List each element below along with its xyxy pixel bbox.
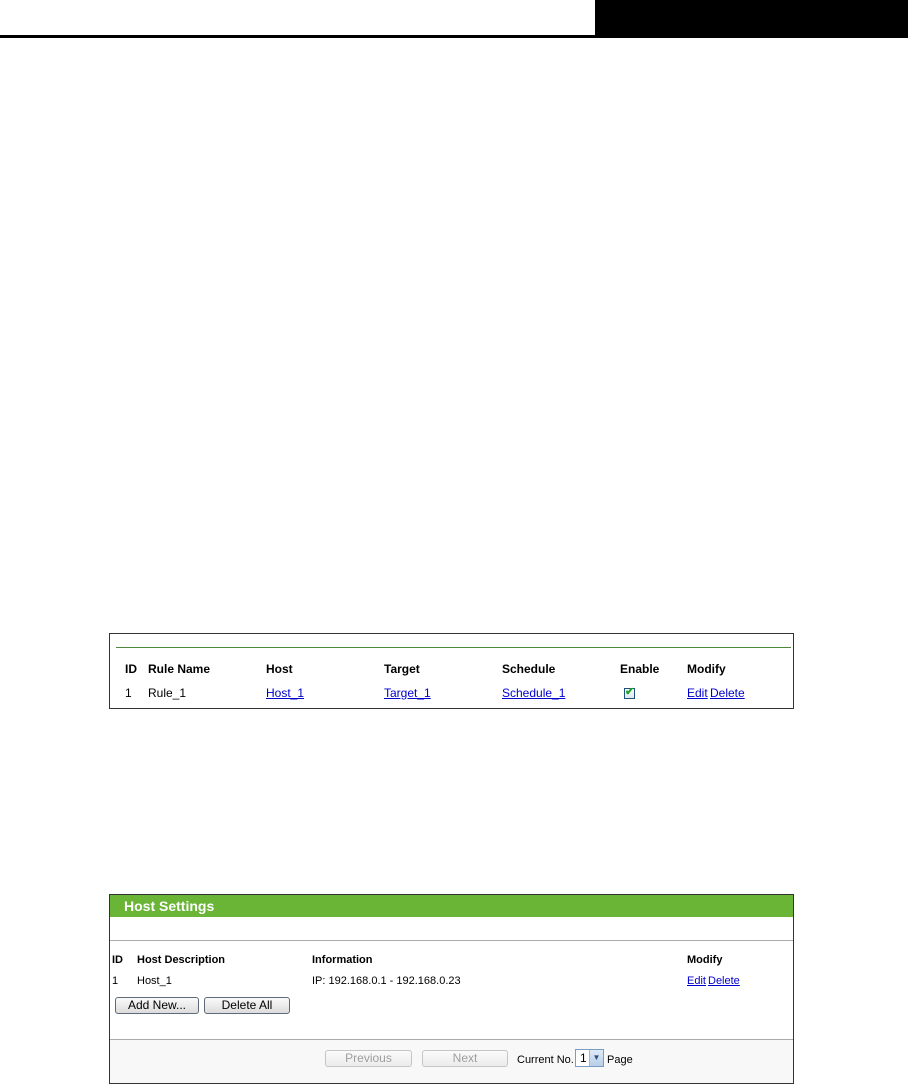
rule-header-enable: Enable: [620, 662, 660, 676]
page-label: Page: [607, 1054, 633, 1066]
page-select[interactable]: 1 ▼: [575, 1049, 604, 1067]
document-header-line: [0, 35, 908, 38]
rule-row-host-link[interactable]: Host_1: [266, 686, 304, 700]
rule-row-edit-link[interactable]: Edit: [687, 686, 708, 700]
document-header-bar: [595, 0, 908, 36]
current-no-label: Current No.: [517, 1054, 574, 1066]
rule-row-schedule-link[interactable]: Schedule_1: [502, 686, 565, 700]
host-header-information: Information: [312, 954, 373, 966]
rule-header-host: Host: [266, 662, 293, 676]
rule-table-top-line: [116, 647, 791, 648]
rule-row-target-link[interactable]: Target_1: [384, 686, 431, 700]
host-row-id: 1: [112, 975, 119, 987]
add-new-button[interactable]: Add New...: [115, 997, 199, 1014]
rule-row-enable-checkbox[interactable]: ✔: [624, 686, 635, 699]
delete-all-button[interactable]: Delete All: [204, 997, 290, 1014]
rule-header-id: ID: [125, 662, 137, 676]
host-settings-divider: [110, 940, 793, 941]
host-settings-title-bar: Host Settings: [110, 895, 793, 917]
host-row-edit-link[interactable]: Edit: [687, 974, 706, 988]
host-settings-panel: Host Settings ID Host Description Inform…: [109, 894, 794, 1084]
rule-header-modify: Modify: [687, 662, 726, 676]
host-header-description: Host Description: [137, 954, 226, 966]
rule-header-target: Target: [384, 662, 420, 676]
rule-row-id: 1: [125, 686, 132, 700]
host-row-information: IP: 192.168.0.1 - 192.168.0.23: [312, 975, 461, 987]
rule-table-panel: ID Rule Name Host Target Schedule Enable…: [109, 633, 794, 709]
host-settings-title: Host Settings: [124, 898, 215, 914]
rule-header-rule-name: Rule Name: [148, 662, 211, 676]
page-select-value: 1: [580, 1051, 587, 1065]
host-row-description: Host_1: [137, 975, 172, 987]
host-header-modify: Modify: [687, 954, 723, 966]
rule-header-schedule: Schedule: [502, 662, 556, 676]
previous-button[interactable]: Previous: [325, 1050, 412, 1067]
host-header-id: ID: [112, 954, 123, 966]
chevron-down-icon[interactable]: ▼: [589, 1050, 603, 1066]
rule-row-name: Rule_1: [148, 686, 187, 700]
next-button[interactable]: Next: [422, 1050, 508, 1067]
host-row-delete-link[interactable]: Delete: [708, 974, 740, 988]
rule-row-delete-link[interactable]: Delete: [710, 686, 745, 700]
pagination-bar: Previous Next Current No. 1 ▼ Page: [110, 1040, 793, 1083]
checkmark-icon: ✔: [625, 686, 635, 698]
